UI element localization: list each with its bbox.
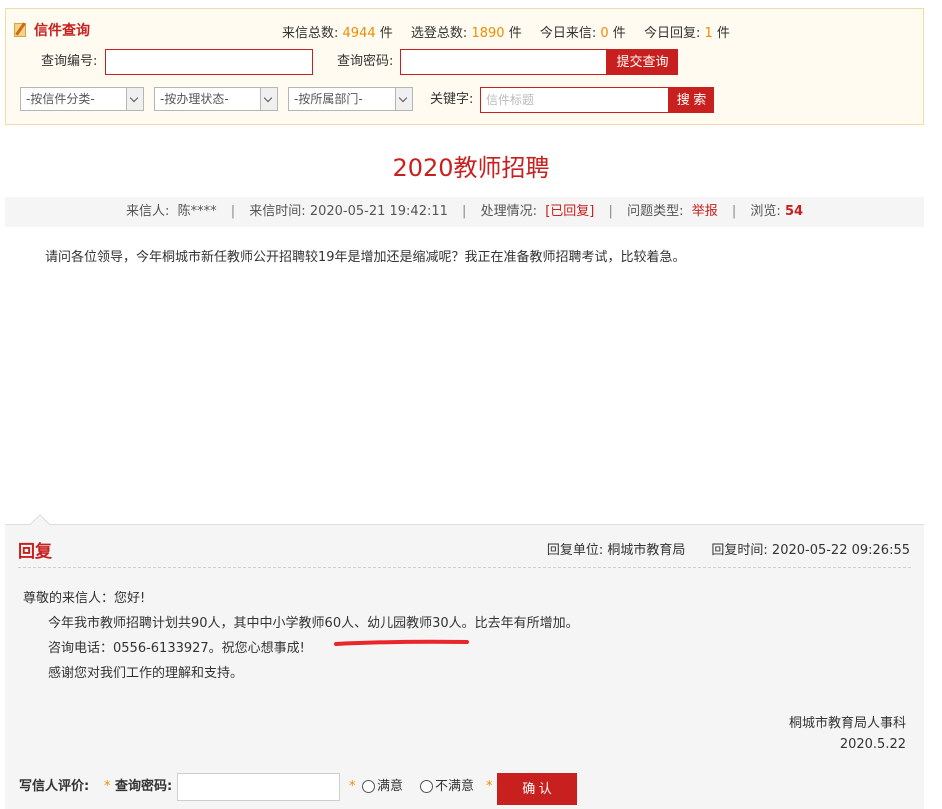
query-number-input[interactable]: [105, 49, 313, 75]
reply-greeting: 尊敬的来信人：您好!: [23, 591, 146, 606]
views-value: 54: [784, 204, 804, 219]
reply-info: 回复单位: 桐城市教育局 回复时间: 2020-05-22 09:26:55: [547, 539, 910, 558]
sender-value: 陈****: [177, 204, 217, 219]
reply-line-2: 咨询电话：0556-6133927。祝您心想事成!: [48, 641, 305, 656]
chevron-down-icon: [126, 88, 143, 110]
satisfied-radio[interactable]: [362, 780, 375, 793]
category-select-value: -按信件分类-: [26, 92, 95, 106]
reply-signature: 桐城市教育局人事科: [788, 716, 906, 731]
required-star: *: [349, 779, 356, 794]
today-in-label: 今日来信:: [539, 26, 597, 41]
letter-stats: 来信总数: 4944 件 选登总数: 1890 件 今日来信: 0 件 今日回复…: [282, 22, 744, 41]
status-select-value: -按办理状态-: [160, 92, 229, 106]
letter-body: 请问各位领导，今年桐城市新任教师公开招聘较19年是增加还是缩减呢？我正在准备教师…: [45, 250, 686, 265]
evaluation-label: 写信人评价:: [19, 779, 90, 794]
letter-edit-icon: [14, 22, 28, 38]
letter-meta-bar: 来信人: 陈**** | 来信时间: 2020-05-21 19:42:11 |…: [5, 197, 924, 227]
selected-unit: 件: [508, 26, 522, 41]
reply-divider: [18, 567, 911, 568]
total-unit: 件: [379, 26, 393, 41]
time-label: 来信时间:: [249, 204, 306, 219]
reply-time-label: 回复时间:: [711, 543, 768, 558]
today-reply-value: 1: [704, 26, 713, 41]
reply-unit-value: 桐城市教育局: [607, 543, 686, 558]
evaluation-row: 写信人评价: * 查询密码: * 满意 不满意 * 确 认: [5, 773, 924, 805]
time-value: 2020-05-21 19:42:11: [309, 204, 448, 219]
confirm-button[interactable]: 确 认: [497, 773, 577, 805]
separator: |: [608, 204, 613, 219]
today-in-unit: 件: [612, 26, 626, 41]
department-select-value: -按所属部门-: [294, 92, 363, 106]
query-password-input[interactable]: [400, 49, 607, 75]
chevron-down-icon: [395, 88, 412, 110]
reply-time-value: 2020-05-22 09:26:55: [771, 543, 910, 558]
reply-heading: 回复: [18, 542, 52, 562]
letter-title: 2020教师招聘: [392, 154, 550, 182]
reply-panel: 回复 回复单位: 桐城市教育局 回复时间: 2020-05-22 09:26:55…: [5, 514, 924, 809]
today-reply-label: 今日回复:: [643, 26, 701, 41]
today-in-value: 0: [600, 26, 609, 41]
total-label: 来信总数:: [282, 26, 339, 41]
selected-label: 选登总数:: [410, 26, 468, 41]
keyword-input[interactable]: [480, 87, 669, 113]
department-select[interactable]: -按所属部门-: [288, 87, 413, 111]
unsatisfied-radio[interactable]: [420, 780, 433, 793]
sender-label: 来信人:: [125, 204, 170, 219]
required-star: *: [104, 779, 111, 794]
submit-query-button[interactable]: 提交查询: [607, 49, 678, 75]
chevron-down-icon: [260, 88, 277, 110]
separator: |: [462, 204, 467, 219]
today-reply-unit: 件: [716, 26, 730, 41]
query-password-label: 查询密码:: [337, 54, 394, 69]
type-label: 问题类型:: [627, 204, 684, 219]
total-value: 4944: [342, 26, 376, 41]
separator: |: [731, 204, 737, 219]
evaluation-password-input[interactable]: [177, 773, 340, 801]
search-button[interactable]: 搜 索: [669, 87, 714, 113]
query-title-text: 信件查询: [34, 23, 90, 39]
status-select[interactable]: -按办理状态-: [154, 87, 278, 111]
status-label: 处理情况:: [480, 204, 537, 219]
reply-unit-label: 回复单位:: [546, 543, 604, 558]
query-number-label: 查询编号:: [41, 54, 98, 69]
query-title: 信件查询: [14, 20, 90, 40]
category-select[interactable]: -按信件分类-: [20, 87, 144, 111]
keyword-label: 关键字:: [430, 92, 474, 107]
query-panel: 信件查询 来信总数: 4944 件 选登总数: 1890 件 今日来信: 0 件…: [5, 8, 924, 125]
type-value: 举报: [691, 204, 718, 219]
selected-value: 1890: [471, 26, 505, 41]
query-row-filters: -按信件分类- -按办理状态- -按所属部门- 关键字: 搜 索: [6, 87, 923, 113]
satisfied-label[interactable]: 满意: [377, 773, 403, 801]
reply-date: 2020.5.22: [839, 737, 906, 752]
status-badge: [已回复]: [545, 204, 595, 219]
evaluation-password-label: 查询密码:: [115, 779, 173, 794]
unsatisfied-label[interactable]: 不满意: [435, 773, 474, 801]
reply-line-3: 感谢您对我们工作的理解和支持。: [48, 666, 244, 681]
separator: |: [230, 204, 236, 219]
required-star: *: [486, 779, 493, 794]
query-row-credentials: 查询编号: 查询密码: 提交查询: [6, 49, 923, 75]
highlight-underline: [334, 639, 469, 646]
reply-line-1: 今年我市教师招聘计划共90人，其中中小学教师60人、幼儿园教师30人。比去年有所…: [48, 616, 579, 631]
views-label: 浏览:: [750, 204, 781, 219]
reply-notch: [30, 514, 50, 534]
